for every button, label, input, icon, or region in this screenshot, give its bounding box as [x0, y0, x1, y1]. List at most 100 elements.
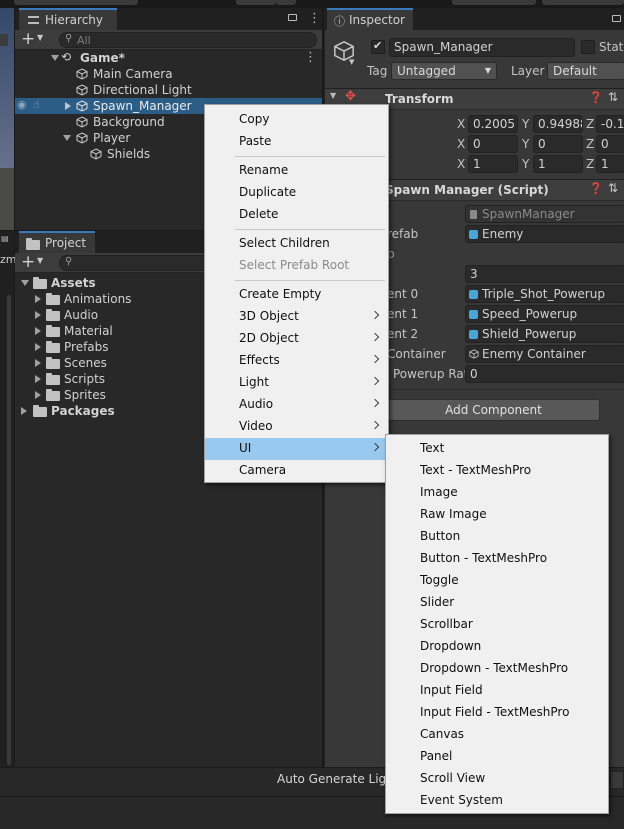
menu-item-paste[interactable]: Paste	[205, 131, 388, 153]
menu-item-duplicate[interactable]: Duplicate	[205, 182, 388, 204]
pickable-hand-icon[interactable]: ☝	[33, 98, 40, 111]
scale-y-field[interactable]: 1	[533, 155, 583, 173]
toolbar-button[interactable]	[276, 0, 296, 5]
menu-item-rename[interactable]: Rename	[205, 160, 388, 182]
fold-arrow-icon[interactable]	[35, 327, 41, 335]
position-x-field[interactable]: 0.2005	[468, 115, 518, 133]
hierarchy-item[interactable]: Directional Light	[15, 82, 322, 98]
menu-item-light[interactable]: Light	[205, 372, 388, 394]
fold-arrow-icon[interactable]	[65, 102, 71, 110]
tab-inspector[interactable]: ⓘ Inspector	[327, 8, 413, 30]
toolbar-button[interactable]	[14, 0, 138, 5]
submenu-item-raw-image[interactable]: Raw Image	[386, 504, 608, 526]
tab-hierarchy[interactable]: Hierarchy	[19, 8, 117, 30]
menu-item-camera[interactable]: Camera	[205, 460, 388, 482]
powerup-element-0-field[interactable]: Triple_Shot_Powerup	[465, 285, 624, 303]
rotation-z-field[interactable]: 0	[596, 135, 624, 153]
menu-item-copy[interactable]: Copy	[205, 109, 388, 131]
powerup-rate-field[interactable]: 0	[465, 365, 624, 383]
add-component-button[interactable]: Add Component	[387, 399, 600, 421]
powerup-element-1-field[interactable]: Speed_Powerup	[465, 305, 624, 323]
enemy-prefab-field[interactable]: Enemy	[465, 225, 624, 243]
submenu-item-event-system[interactable]: Event System	[386, 790, 608, 812]
fold-arrow-icon[interactable]	[21, 280, 29, 286]
menu-item-create-empty[interactable]: Create Empty	[205, 284, 388, 306]
menu-item-3d-object[interactable]: 3D Object	[205, 306, 388, 328]
menu-item-ui[interactable]: UI	[205, 438, 388, 460]
fold-arrow-icon[interactable]	[35, 343, 41, 351]
layer-dropdown[interactable]: Default	[547, 62, 624, 80]
count-field[interactable]: 3	[465, 265, 624, 283]
hierarchy-search-input[interactable]: ⚲ All	[59, 32, 317, 48]
scale-x-field[interactable]: 1	[468, 155, 518, 173]
fold-arrow-icon[interactable]	[35, 391, 41, 399]
scrollbar[interactable]	[7, 295, 11, 765]
menu-item-select-children[interactable]: Select Children	[205, 233, 388, 255]
powerup-element-2-field[interactable]: Shield_Powerup	[465, 325, 624, 343]
scene-row[interactable]: ⟲ Game* ⋮	[15, 50, 322, 66]
menu-item-delete[interactable]: Delete	[205, 204, 388, 226]
submenu-item-image[interactable]: Image	[386, 482, 608, 504]
lock-icon[interactable]	[288, 14, 297, 21]
chevron-down-icon[interactable]: ▼	[37, 256, 43, 265]
rotation-x-field[interactable]: 0	[468, 135, 518, 153]
fold-arrow-icon[interactable]	[51, 55, 59, 61]
menu-item-audio[interactable]: Audio	[205, 394, 388, 416]
submenu-item-slider[interactable]: Slider	[386, 592, 608, 614]
active-checkbox[interactable]: ✔	[371, 39, 385, 54]
rotation-y-field[interactable]: 0	[533, 135, 583, 153]
scene-tool-button[interactable]	[0, 34, 8, 46]
object-name-field[interactable]: Spawn_Manager	[389, 38, 575, 57]
help-icon[interactable]: ❓	[589, 182, 603, 195]
settings-icon[interactable]: ⇅	[608, 90, 618, 104]
plus-icon[interactable]: +	[21, 252, 35, 272]
plus-icon[interactable]: +	[21, 29, 35, 49]
submenu-item-button[interactable]: Button	[386, 526, 608, 548]
submenu-item-button-tmp[interactable]: Button - TextMeshPro	[386, 548, 608, 570]
icon-dropdown-arrow-icon[interactable]: ▼	[349, 58, 354, 66]
position-y-field[interactable]: 0.94988	[533, 115, 583, 133]
toolbar-button[interactable]	[542, 0, 624, 5]
status-button[interactable]	[610, 771, 624, 789]
menu-item-video[interactable]: Video	[205, 416, 388, 438]
submenu-item-scroll-view[interactable]: Scroll View	[386, 768, 608, 790]
fold-arrow-icon[interactable]	[21, 407, 27, 415]
component-title: Spawn Manager (Script)	[385, 183, 549, 197]
tab-project[interactable]: Project	[19, 231, 95, 253]
fold-arrow-icon[interactable]	[35, 359, 41, 367]
menu-item-effects[interactable]: Effects	[205, 350, 388, 372]
fold-arrow-icon[interactable]	[35, 311, 41, 319]
submenu-item-input-field[interactable]: Input Field	[386, 680, 608, 702]
visibility-eye-icon[interactable]: ◉	[17, 98, 27, 111]
fold-arrow-icon[interactable]: ▼	[330, 91, 336, 100]
submenu-item-dropdown[interactable]: Dropdown	[386, 636, 608, 658]
scene-menu-kebab-icon[interactable]: ⋮	[304, 50, 317, 65]
submenu-item-input-field-tmp[interactable]: Input Field - TextMeshPro	[386, 702, 608, 724]
folder-label: Sprites	[64, 388, 106, 402]
enemy-container-field[interactable]: Enemy Container	[465, 345, 624, 363]
static-checkbox[interactable]	[581, 40, 595, 54]
fold-arrow-icon[interactable]	[35, 375, 41, 383]
menu-item-2d-object[interactable]: 2D Object	[205, 328, 388, 350]
settings-icon[interactable]: ⇅	[608, 181, 618, 195]
submenu-item-panel[interactable]: Panel	[386, 746, 608, 768]
lock-icon[interactable]	[612, 15, 621, 22]
tag-dropdown[interactable]: Untagged ▼	[391, 62, 497, 80]
submenu-item-text-tmp[interactable]: Text - TextMeshPro	[386, 460, 608, 482]
submenu-item-text[interactable]: Text	[386, 438, 608, 460]
chevron-down-icon[interactable]: ▼	[37, 33, 43, 42]
menu-kebab-icon[interactable]: ⋮	[308, 11, 321, 26]
position-z-field[interactable]: -0.18	[596, 115, 624, 133]
scale-z-field[interactable]: 1	[596, 155, 624, 173]
submenu-item-toggle[interactable]: Toggle	[386, 570, 608, 592]
submenu-item-scrollbar[interactable]: Scrollbar	[386, 614, 608, 636]
menu-item-label: Select Children	[239, 236, 330, 250]
toolbar-button[interactable]	[452, 0, 536, 5]
fold-arrow-icon[interactable]	[35, 295, 41, 303]
fold-arrow-icon[interactable]	[63, 135, 71, 141]
toolbar-button[interactable]	[236, 0, 276, 5]
submenu-item-canvas[interactable]: Canvas	[386, 724, 608, 746]
submenu-item-dropdown-tmp[interactable]: Dropdown - TextMeshPro	[386, 658, 608, 680]
help-icon[interactable]: ❓	[589, 91, 603, 104]
hierarchy-item[interactable]: Main Camera	[15, 66, 322, 82]
